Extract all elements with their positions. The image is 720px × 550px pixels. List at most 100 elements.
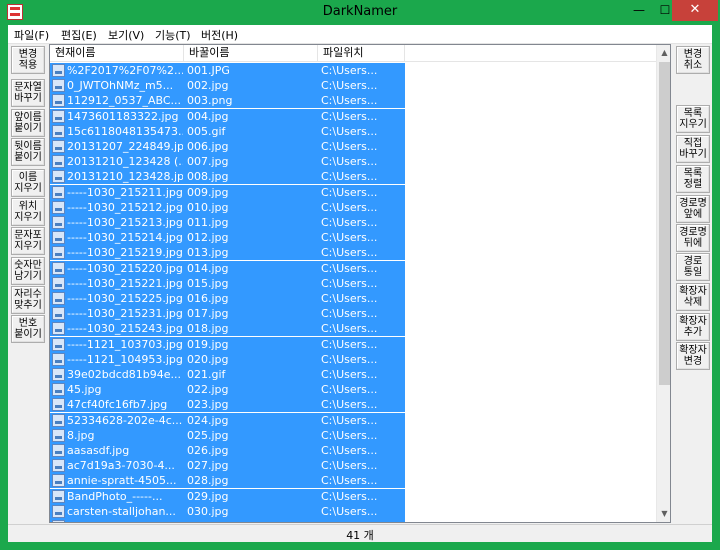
current-name-cell: -----1030_215220.jpg xyxy=(67,261,183,275)
current-name-cell: 39e02bdcd81b94e... xyxy=(67,368,181,381)
file-location-cell: C:\Users... xyxy=(321,519,403,522)
file-location-cell: C:\Users... xyxy=(321,155,378,169)
file-location-cell: C:\Users... xyxy=(321,170,378,184)
undo-change-button[interactable]: 변경 취소 xyxy=(676,46,710,74)
new-name-cell: 002.jpg xyxy=(187,79,229,93)
file-row[interactable]: -----1030_215213.jpg 011.jpg C:\Users... xyxy=(50,215,405,230)
close-button[interactable]: ✕ xyxy=(672,0,718,21)
delete-extension-button[interactable]: 확장자 삭제 xyxy=(676,283,710,311)
change-extension-button[interactable]: 확장자 변경 xyxy=(676,342,710,370)
menu-file[interactable]: 파일(F) xyxy=(14,27,49,43)
apply-change-button[interactable]: 변경 적용 xyxy=(11,46,45,74)
file-row[interactable]: 45.jpg 022.jpg C:\Users... xyxy=(50,382,405,398)
file-row[interactable]: -----1030_215214.jpg 012.jpg C:\Users... xyxy=(50,230,405,246)
file-row[interactable]: 39e02bdcd81b94e... 021.gif C:\Users... xyxy=(50,367,405,382)
path-prefix-button[interactable]: 경로명 앞에 xyxy=(676,195,710,223)
menu-view[interactable]: 보기(V) xyxy=(108,27,144,43)
current-name-cell: 8.jpg xyxy=(67,428,95,442)
image-file-icon xyxy=(52,216,65,229)
file-row[interactable]: 8.jpg 025.jpg C:\Users... xyxy=(50,427,405,443)
file-row[interactable]: ac7d19a3-7030-4... 027.jpg C:\Users... xyxy=(50,458,405,474)
file-location-cell: C:\Users... xyxy=(321,489,378,503)
file-row[interactable]: 0_JWTOhNMz_m5... 002.jpg C:\Users... xyxy=(50,78,405,94)
image-file-icon xyxy=(52,474,65,488)
new-name-cell: 020.jpg xyxy=(187,352,229,366)
title-bar[interactable]: DarkNamer — ☐ ✕ xyxy=(0,0,720,25)
file-row[interactable]: 52334628-202e-4c... 024.jpg C:\Users... xyxy=(50,412,405,428)
add-suffix-button[interactable]: 뒷이름 붙이기 xyxy=(11,138,45,166)
path-suffix-button[interactable]: 경로명 뒤에 xyxy=(676,224,710,252)
file-location-cell: C:\Users... xyxy=(321,337,378,351)
clear-list-button[interactable]: 목록 지우기 xyxy=(676,105,710,133)
new-name-cell: 003.png xyxy=(187,94,233,108)
file-row[interactable]: 112912_0537_ABC... 003.png C:\Users... xyxy=(50,93,405,109)
file-row[interactable]: cartoon-2504913-12... 031.jpg C:\Users... xyxy=(50,519,405,522)
scroll-up-arrow[interactable]: ▲ xyxy=(657,45,670,61)
direct-rename-button[interactable]: 직접 바꾸기 xyxy=(676,135,710,163)
file-row[interactable]: -----1121_103703.jpg 019.jpg C:\Users... xyxy=(50,336,405,352)
menu-function[interactable]: 기능(T) xyxy=(155,27,191,43)
file-row[interactable]: -----1030_215243.jpg 018.jpg C:\Users... xyxy=(50,321,405,337)
current-name-cell: -----1121_104953.jpg xyxy=(67,352,183,366)
status-bar: 41 개 xyxy=(8,524,712,542)
file-location-cell: C:\Users... xyxy=(321,79,378,93)
file-row[interactable]: aasasdf.jpg 026.jpg C:\Users... xyxy=(50,443,405,458)
file-row[interactable]: 15c6118048135473... 005.gif C:\Users... xyxy=(50,123,405,139)
sort-list-button[interactable]: 목록 정렬 xyxy=(676,165,710,193)
column-header-new-name[interactable]: 바꿀이름 xyxy=(184,45,318,62)
column-header-location[interactable]: 파일위치 xyxy=(318,45,405,62)
file-location-cell: C:\Users... xyxy=(321,200,378,214)
add-number-button[interactable]: 번호 붙이기 xyxy=(11,315,45,343)
current-name-cell: BandPhoto_-----... xyxy=(67,489,163,503)
delete-position-button[interactable]: 위치 지우기 xyxy=(11,198,45,226)
current-name-cell: 20131210_123428.jpg xyxy=(67,170,183,184)
menu-edit[interactable]: 편집(E) xyxy=(61,27,97,43)
file-list[interactable]: 현재이름 바꿀이름 파일위치 %2F2017%2F07%2... 001.JPG C… xyxy=(49,44,671,523)
file-row[interactable]: 1473601183322.jpg 004.jpg C:\Users... xyxy=(50,108,405,124)
image-file-icon xyxy=(52,398,65,412)
file-row[interactable]: 20131207_224849.jpg 006.jpg C:\Users... xyxy=(50,139,405,154)
file-location-cell: C:\Users... xyxy=(321,94,378,108)
current-name-cell: 15c6118048135473... xyxy=(67,124,183,138)
current-name-cell: 20131207_224849.jpg xyxy=(67,140,183,153)
file-row[interactable]: -----1030_215211.jpg 009.jpg C:\Users... xyxy=(50,184,405,200)
file-row[interactable]: 47cf40fc16fb7.jpg 023.jpg C:\Users... xyxy=(50,397,405,413)
delete-name-button[interactable]: 이름 지우기 xyxy=(11,169,45,197)
scroll-thumb[interactable] xyxy=(659,62,670,385)
column-header-current-name[interactable]: 현재이름 xyxy=(50,45,184,62)
file-row[interactable]: 20131210_123428 (... 007.jpg C:\Users... xyxy=(50,154,405,170)
file-location-cell: C:\Users... xyxy=(321,261,378,275)
file-row[interactable]: -----1030_215219.jpg 013.jpg C:\Users... xyxy=(50,245,405,261)
file-row[interactable]: -----1030_215231.jpg 017.jpg C:\Users... xyxy=(50,306,405,322)
file-row[interactable]: -----1121_104953.jpg 020.jpg C:\Users... xyxy=(50,351,405,367)
add-extension-button[interactable]: 확장자 추가 xyxy=(676,313,710,341)
new-name-cell: 009.jpg xyxy=(187,185,229,199)
file-row[interactable]: -----1030_215225.jpg 016.jpg C:\Users... xyxy=(50,291,405,306)
file-location-cell: C:\Users... xyxy=(321,459,378,473)
file-location-cell: C:\Users... xyxy=(321,474,378,488)
file-row[interactable]: BandPhoto_-----... 029.jpg C:\Users... xyxy=(50,488,405,504)
file-count-status: 41 개 xyxy=(346,529,374,542)
vertical-scrollbar[interactable]: ▲ ▼ xyxy=(656,45,670,522)
new-name-cell: 007.jpg xyxy=(187,155,229,169)
file-location-cell: C:\Users... xyxy=(321,124,378,138)
keep-numbers-button[interactable]: 숫자만 남기기 xyxy=(11,257,45,285)
unify-path-button[interactable]: 경로 통일 xyxy=(676,253,710,281)
file-row[interactable]: %2F2017%2F07%2... 001.JPG C:\Users... xyxy=(50,63,405,78)
pad-digits-button[interactable]: 자리수 맞추기 xyxy=(11,286,45,314)
file-row[interactable]: -----1030_215212.jpg 010.jpg C:\Users... xyxy=(50,199,405,215)
minimize-button[interactable]: — xyxy=(626,0,652,21)
file-row[interactable]: 20131210_123428.jpg 008.jpg C:\Users... xyxy=(50,169,405,185)
file-row[interactable]: -----1030_215221.jpg 015.jpg C:\Users... xyxy=(50,275,405,291)
image-file-icon xyxy=(52,459,65,473)
current-name-cell: -----1030_215211.jpg xyxy=(67,185,183,199)
menu-version[interactable]: 버전(H) xyxy=(201,27,238,43)
file-row[interactable]: carsten-stalljohan... 030.jpg C:\Users... xyxy=(50,503,405,519)
replace-string-button[interactable]: 문자열 바꾸기 xyxy=(11,79,45,107)
add-prefix-button[interactable]: 앞이름 붙이기 xyxy=(11,109,45,137)
file-row[interactable]: annie-spratt-4505... 028.jpg C:\Users... xyxy=(50,473,405,489)
scroll-down-arrow[interactable]: ▼ xyxy=(657,506,670,522)
delete-chars-button[interactable]: 문자포 지우기 xyxy=(11,227,45,255)
new-name-cell: 005.gif xyxy=(187,124,226,138)
file-row[interactable]: -----1030_215220.jpg 014.jpg C:\Users... xyxy=(50,260,405,276)
